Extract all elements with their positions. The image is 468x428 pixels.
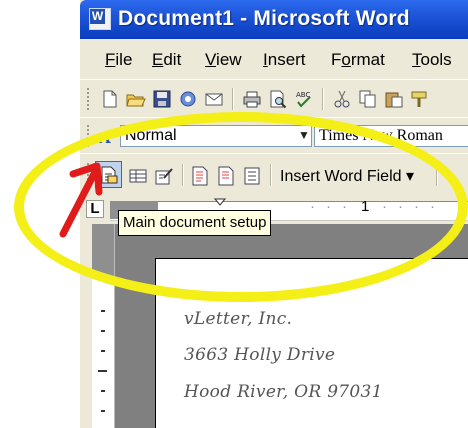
insert-word-field-label: Insert Word Field xyxy=(280,168,402,185)
menu-insert[interactable]: Insert xyxy=(263,50,306,70)
tab-selector-glyph: L xyxy=(90,200,100,217)
spelling-icon[interactable]: ABC xyxy=(294,89,314,109)
toolbar-grip[interactable] xyxy=(87,125,92,147)
copy-icon[interactable] xyxy=(358,89,378,109)
insert-merge-fields-icon[interactable] xyxy=(242,166,262,186)
menu-bar: File Edit View Insert Format Tools xyxy=(80,39,468,79)
word-w-icon: W xyxy=(89,8,111,30)
address-line-2: 3663 Holly Drive xyxy=(184,345,336,365)
ruler-ticks: · xyxy=(414,198,419,215)
address-line-3: Hood River, OR 97031 xyxy=(184,382,383,402)
recipients-icon[interactable] xyxy=(154,166,174,186)
svg-text:A: A xyxy=(98,129,111,147)
menu-tools[interactable]: Tools xyxy=(412,50,452,70)
menu-view[interactable]: View xyxy=(205,50,242,70)
document-page[interactable]: vLetter, Inc. 3663 Holly Drive Hood Rive… xyxy=(155,258,468,428)
toolbar-separator xyxy=(436,164,438,186)
format-painter-icon[interactable] xyxy=(410,89,430,109)
ruler-ticks: · xyxy=(326,198,331,215)
menu-file[interactable]: File xyxy=(105,50,132,70)
menu-format[interactable]: Format xyxy=(331,50,385,70)
document-area[interactable]: vLetter, Inc. 3663 Holly Drive Hood Rive… xyxy=(115,224,468,428)
mail-merge-toolbar: Insert Word Field ▾ xyxy=(80,153,468,198)
insert-word-field-button[interactable]: Insert Word Field ▾ xyxy=(280,166,414,186)
main-document-setup-icon xyxy=(101,166,118,184)
ruler-ticks: · xyxy=(398,198,403,215)
ruler-number-1: 1 xyxy=(361,198,370,215)
tab-selector-button[interactable]: L xyxy=(86,200,104,218)
font-value: Times New Roman xyxy=(319,127,443,144)
title-bar[interactable]: W Document1 - Microsoft Word xyxy=(80,0,468,39)
vertical-ruler-tick xyxy=(101,390,105,392)
vertical-ruler-tick xyxy=(101,410,105,412)
vertical-ruler-tick xyxy=(98,370,107,372)
tooltip: Main document setup xyxy=(118,210,272,236)
vertical-ruler-tick xyxy=(101,350,105,352)
paste-icon[interactable] xyxy=(384,89,404,109)
menu-edit[interactable]: Edit xyxy=(152,50,181,70)
standard-toolbar: ABC xyxy=(80,79,468,119)
toolbar-separator xyxy=(322,88,324,110)
save-icon[interactable] xyxy=(152,89,172,109)
toolbar-separator xyxy=(270,164,272,186)
print-preview-icon[interactable] xyxy=(268,89,288,109)
insert-address-block-icon[interactable] xyxy=(190,166,210,186)
permission-icon[interactable] xyxy=(178,89,198,109)
address-line-1: vLetter, Inc. xyxy=(184,309,293,329)
ruler-ticks: · xyxy=(382,198,387,215)
style-value: Normal xyxy=(125,127,177,144)
font-combo[interactable]: Times New Roman xyxy=(314,125,468,147)
toolbar-separator xyxy=(232,88,234,110)
ruler-ticks: · xyxy=(430,198,435,215)
insert-greeting-line-icon[interactable] xyxy=(216,166,236,186)
formatting-toolbar: A Normal ▼ Times New Roman xyxy=(80,117,468,155)
cut-icon[interactable] xyxy=(332,89,352,109)
ruler-ticks: · xyxy=(342,198,347,215)
toolbar-separator xyxy=(182,164,184,186)
vertical-ruler[interactable] xyxy=(92,224,115,428)
ruler-marker xyxy=(460,204,462,214)
toolbar-grip[interactable] xyxy=(87,88,92,110)
email-icon[interactable] xyxy=(204,89,224,109)
new-document-icon[interactable] xyxy=(100,89,120,109)
style-combo[interactable]: Normal xyxy=(120,125,312,147)
print-icon[interactable] xyxy=(242,89,262,109)
open-folder-icon[interactable] xyxy=(126,89,146,109)
screenshot: W Document1 - Microsoft Word File Edit V… xyxy=(0,0,468,428)
toolbar-grip[interactable] xyxy=(87,163,92,187)
ruler-ticks: · xyxy=(310,198,315,215)
styles-pane-icon[interactable]: A xyxy=(97,127,117,147)
window-title: Document1 - Microsoft Word xyxy=(118,7,410,30)
vertical-ruler-tick xyxy=(101,330,105,332)
main-document-setup-button[interactable] xyxy=(95,161,122,188)
style-dropdown-arrow-icon[interactable]: ▼ xyxy=(298,128,310,142)
vertical-ruler-tick xyxy=(101,310,105,312)
first-line-indent-icon[interactable] xyxy=(214,198,226,206)
open-data-source-icon[interactable] xyxy=(128,166,148,186)
vertical-ruler-margin xyxy=(92,224,114,278)
